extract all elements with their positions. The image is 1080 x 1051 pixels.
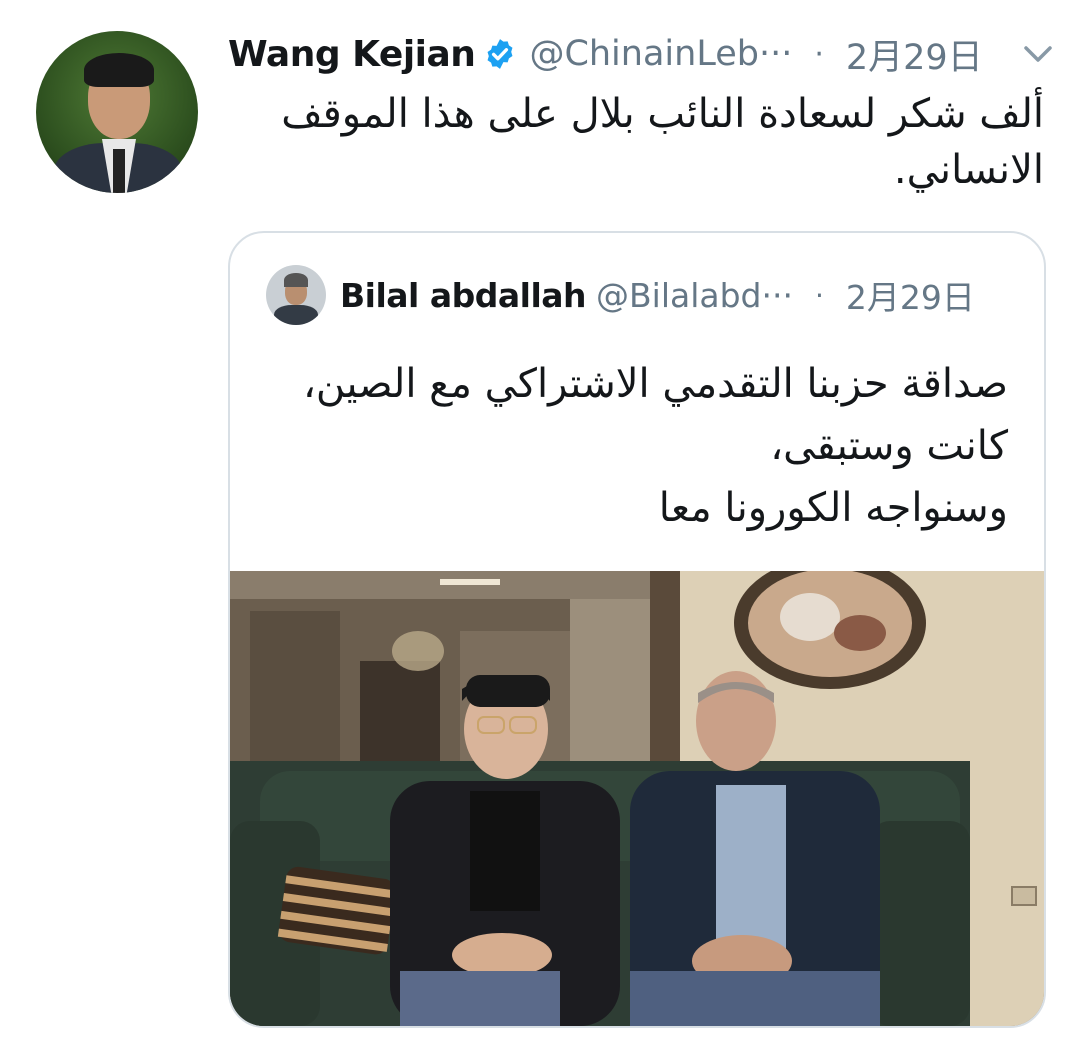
quoted-tweet-header: Bilal abdallah @Bilalabd··· · 2月29日 <box>340 271 1020 319</box>
quoted-avatar-hair <box>284 273 308 287</box>
quoted-author-handle[interactable]: @Bilalabd··· <box>596 276 793 315</box>
author-avatar[interactable] <box>36 31 198 193</box>
video-scene <box>230 571 1044 1026</box>
quoted-author-avatar[interactable] <box>266 265 326 325</box>
author-handle[interactable]: @ChinainLeb··· <box>529 34 792 74</box>
video-thumbnail[interactable] <box>230 571 1044 1026</box>
quoted-avatar-body <box>274 305 318 325</box>
avatar-tie <box>113 149 125 193</box>
quoted-text-line: وسنواجه الكورونا معا <box>658 485 1008 531</box>
quoted-tweet-card[interactable]: Bilal abdallah @Bilalabd··· · 2月29日 صداق… <box>228 231 1046 1028</box>
quoted-tweet-date[interactable]: 2月29日 <box>846 271 975 319</box>
tweet-text-line: الانساني. <box>893 147 1044 193</box>
verified-badge-icon <box>487 39 513 69</box>
author-name[interactable]: Wang Kejian <box>228 34 476 75</box>
avatar-hair <box>84 53 154 87</box>
tweet-text: ألف شكر لسعادة النائب بلال على هذا الموق… <box>228 86 1044 198</box>
tweet[interactable]: Wang Kejian @ChinainLeb··· · 2月29日 ألف ش… <box>0 0 1080 1051</box>
tweet-header: Wang Kejian @ChinainLeb··· · 2月29日 <box>228 30 1058 78</box>
tweet-date[interactable]: 2月29日 <box>846 29 983 80</box>
quoted-text-line: صداقة حزبنا التقدمي الاشتراكي مع الصين، <box>303 361 1008 407</box>
chevron-down-icon[interactable] <box>1018 36 1058 72</box>
quoted-author-name[interactable]: Bilal abdallah <box>340 276 587 315</box>
quoted-text-line: كانت وستبقى، <box>770 423 1008 469</box>
tweet-text-line: ألف شكر لسعادة النائب بلال على هذا الموق… <box>281 91 1044 137</box>
quoted-tweet-text: صداقة حزبنا التقدمي الاشتراكي مع الصين، … <box>260 353 1008 539</box>
quoted-header-separator: · <box>814 278 824 312</box>
header-separator: · <box>814 36 824 72</box>
